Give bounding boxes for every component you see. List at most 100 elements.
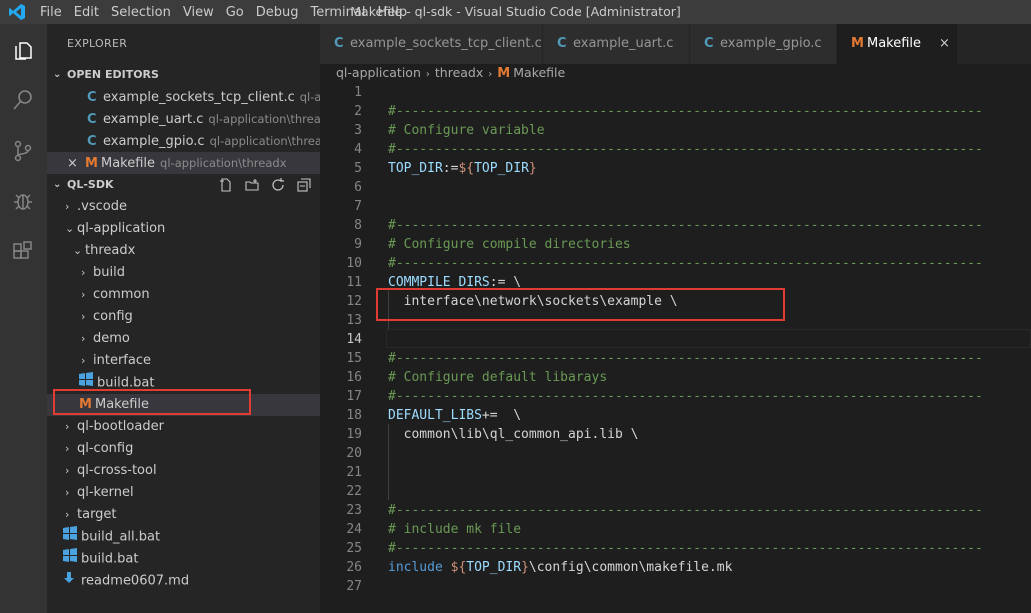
editor-tabs: Cexample_sockets_tcp_client.c Cexample_u… (320, 24, 1031, 64)
new-file-icon[interactable] (218, 174, 234, 196)
line-number: 6 (354, 180, 362, 195)
open-editor-item[interactable]: Cexample_uart.c ql-application\threadx... (47, 108, 320, 130)
tab-label: example_gpio.c (720, 36, 822, 51)
tree-item-label: ql-config (77, 441, 134, 456)
line-number: 9 (354, 237, 362, 252)
tree-folder-build[interactable]: › build (47, 262, 320, 284)
line-number: 21 (346, 465, 362, 480)
line-number: 12 (346, 294, 362, 309)
code-line: 27 (320, 577, 1031, 596)
code-text: # Configure variable (388, 123, 545, 138)
tree-file-build-all-bat[interactable]: build_all.bat (47, 526, 320, 548)
open-editor-name: example_uart.c (103, 112, 204, 127)
tree-folder-demo[interactable]: › demo (47, 328, 320, 350)
code-variable: TOP_DIR (466, 560, 522, 575)
code-line: 23 #-------------------------------------… (320, 501, 1031, 520)
tree-folder-ql-cross-tool[interactable]: › ql-cross-tool (47, 460, 320, 482)
line-number: 5 (354, 161, 362, 176)
code-text: # include mk file (388, 522, 522, 537)
tree-item-label: build (93, 265, 125, 280)
open-editors-header[interactable]: ⌄ OPEN EDITORS (47, 64, 320, 86)
chevron-right-icon: › (81, 354, 86, 367)
menu-help[interactable]: Help (371, 5, 413, 20)
debug-icon[interactable] (8, 186, 38, 216)
code-line: 8 #--------------------------------------… (320, 216, 1031, 235)
menu-selection[interactable]: Selection (105, 5, 177, 20)
workspace-label: QL-SDK (67, 178, 114, 191)
chevron-right-icon: › (65, 464, 70, 477)
tree-item-label: .vscode (77, 199, 127, 214)
tree-item-label: build.bat (81, 551, 139, 567)
tree-folder-ql-bootloader[interactable]: › ql-bootloader (47, 416, 320, 438)
refresh-icon[interactable] (270, 174, 286, 196)
line-number: 10 (346, 256, 362, 271)
menu-edit[interactable]: Edit (68, 5, 105, 20)
code-editor[interactable]: 1 2 #------------------------------------… (320, 82, 1031, 613)
close-tab-icon[interactable]: × (939, 36, 950, 51)
windows-icon (63, 526, 81, 548)
code-delimiter: ${ (442, 560, 467, 575)
tree-folder-target[interactable]: › target (47, 504, 320, 526)
line-number: 20 (346, 446, 362, 461)
vscode-logo-icon (0, 0, 34, 24)
search-icon[interactable] (8, 85, 38, 115)
menu-terminal[interactable]: Terminal (305, 5, 372, 20)
breadcrumb-item[interactable]: threadx (435, 65, 483, 80)
tree-folder-config[interactable]: › config (47, 306, 320, 328)
source-control-icon[interactable] (8, 136, 38, 166)
open-editor-item[interactable]: Cexample_gpio.c ql-application\thread... (47, 130, 320, 152)
code-line: 4 #--------------------------------------… (320, 140, 1031, 159)
tab-example-uart[interactable]: Cexample_uart.c (543, 24, 690, 64)
open-editor-path: ql-application\threadx... (208, 112, 320, 126)
tree-folder-interface[interactable]: › interface (47, 350, 320, 372)
tree-folder-ql-config[interactable]: › ql-config (47, 438, 320, 460)
tree-file-build-bat[interactable]: build.bat (47, 548, 320, 570)
tree-folder-ql-kernel[interactable]: › ql-kernel (47, 482, 320, 504)
line-number: 7 (354, 199, 362, 214)
title-bar: File Edit Selection View Go Debug Termin… (0, 0, 1031, 24)
close-icon[interactable]: × (67, 153, 85, 174)
code-text: common\lib\ql_common_api.lib \ (388, 427, 639, 442)
code-line: 16 # Configure default libarays (320, 368, 1031, 387)
menu-debug[interactable]: Debug (250, 5, 305, 20)
tree-folder-ql-application[interactable]: ⌄ ql-application (47, 218, 320, 240)
code-keyword: include (388, 560, 443, 575)
line-number: 2 (354, 104, 362, 119)
workspace-header[interactable]: ⌄ QL-SDK (47, 174, 320, 196)
collapse-all-icon[interactable] (296, 174, 312, 196)
tab-makefile[interactable]: M Makefile × (837, 24, 958, 64)
tree-file-readme[interactable]: readme0607.md (47, 570, 320, 592)
sidebar-title: EXPLORER (67, 37, 128, 50)
code-line: 7 (320, 197, 1031, 216)
tree-folder-vscode[interactable]: › .vscode (47, 196, 320, 218)
breadcrumb-item[interactable]: Makefile (513, 65, 565, 80)
line-number: 11 (346, 275, 362, 290)
tab-example-gpio[interactable]: Cexample_gpio.c (690, 24, 837, 64)
highlight-box (376, 288, 785, 321)
menu-view[interactable]: View (177, 5, 220, 20)
line-number: 25 (346, 541, 362, 556)
tree-item-label: interface (93, 353, 151, 368)
extensions-icon[interactable] (8, 237, 38, 267)
explorer-icon[interactable] (8, 36, 38, 66)
code-line: 6 (320, 178, 1031, 197)
code-text: #---------------------------------------… (388, 104, 983, 119)
open-editor-item[interactable]: Cexample_sockets_tcp_client.c ql-appl... (47, 86, 320, 108)
line-number: 8 (354, 218, 362, 233)
menu-file[interactable]: File (34, 5, 68, 20)
breadcrumb-item[interactable]: ql-application (336, 65, 421, 80)
menu-bar: File Edit Selection View Go Debug Termin… (34, 5, 413, 20)
menu-go[interactable]: Go (220, 5, 250, 20)
code-line: 3 # Configure variable (320, 121, 1031, 140)
tree-item-label: target (77, 507, 117, 522)
line-number: 4 (354, 142, 362, 157)
code-text: #---------------------------------------… (388, 142, 983, 157)
code-variable: TOP_DIR (474, 161, 529, 176)
tree-folder-threadx[interactable]: ⌄ threadx (47, 240, 320, 262)
tab-example-sockets-tcp-client[interactable]: Cexample_sockets_tcp_client.c (320, 24, 543, 64)
tree-folder-common[interactable]: › common (47, 284, 320, 306)
new-folder-icon[interactable] (244, 174, 260, 196)
open-editor-item-active[interactable]: × M Makefile ql-application\threadx (47, 152, 320, 174)
line-number: 3 (354, 123, 362, 138)
chevron-down-icon: ⌄ (73, 244, 83, 257)
